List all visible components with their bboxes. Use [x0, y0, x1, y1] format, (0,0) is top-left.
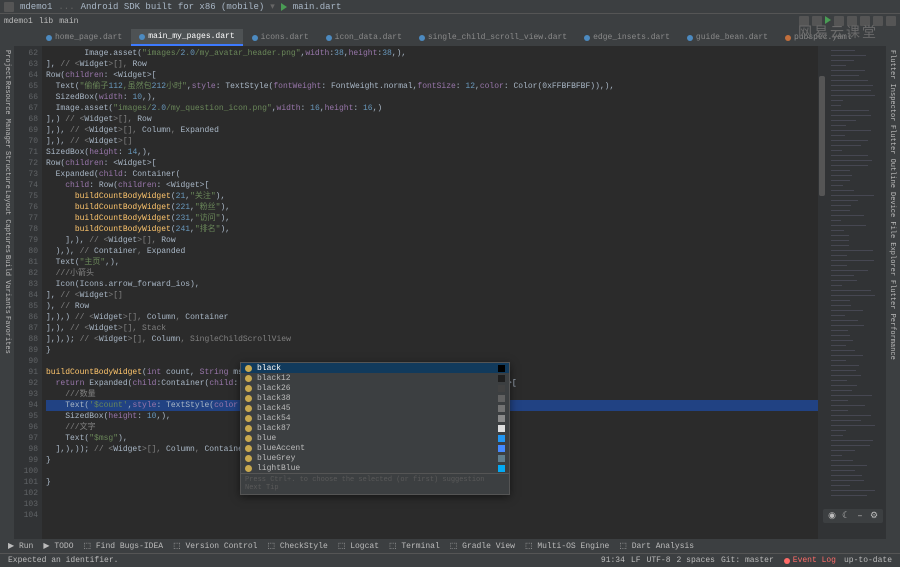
bottom-tool-gradle-view[interactable]: ⬚ Gradle View	[450, 541, 515, 551]
tool-build-variants[interactable]: Build Variants	[3, 255, 11, 314]
bottom-tool-version-control[interactable]: ⬚ Version Control	[173, 541, 257, 551]
code-line[interactable]: Text("主页",),	[46, 257, 822, 268]
run-icon[interactable]	[281, 3, 287, 11]
breadcrumb[interactable]: mdemo1	[4, 17, 33, 26]
completion-item-black12[interactable]: black12	[241, 373, 509, 383]
bottom-tool-find-bugs-idea[interactable]: ⬚ Find Bugs-IDEA	[84, 541, 164, 551]
tool-project[interactable]: Project	[3, 50, 11, 79]
run-config[interactable]: main.dart	[293, 2, 342, 12]
gear-icon[interactable]: ⚙	[869, 511, 879, 521]
bottom-tool-dart-analysis[interactable]: ⬚ Dart Analysis	[619, 541, 694, 551]
code-line[interactable]: buildCountBodyWidget(241,"排名"),	[46, 224, 822, 235]
bottom-tool-bar: ▶ Run ▶ TODO ⬚ Find Bugs-IDEA ⬚ Version Con…	[0, 539, 900, 553]
code-line[interactable]: ),), // Container, Expanded	[46, 246, 822, 257]
tool-structure[interactable]: Structure	[3, 151, 11, 189]
minimap[interactable]: ◉ ☾ – ⚙	[826, 46, 886, 539]
completion-item-black87[interactable]: black87	[241, 423, 509, 433]
code-line[interactable]: ],), // <Widget>[], Column, Expanded	[46, 125, 822, 136]
completion-item-black38[interactable]: black38	[241, 393, 509, 403]
breadcrumb-bar: mdemo1 lib main	[0, 14, 900, 28]
code-line[interactable]: buildCountBodyWidget(21,"关注"),	[46, 191, 822, 202]
completion-item-blueAccent[interactable]: blueAccent	[241, 443, 509, 453]
completion-item-black54[interactable]: black54	[241, 413, 509, 423]
completion-item-black26[interactable]: black26	[241, 383, 509, 393]
code-line[interactable]: SizedBox(height: 14,),	[46, 147, 822, 158]
code-line[interactable]: SizedBox(width: 10,),	[46, 92, 822, 103]
code-line[interactable]: ],) // <Widget>[], Row	[46, 114, 822, 125]
left-tool-strip: Project Resource Manager StructureLayout C…	[0, 46, 14, 539]
editor-scrollbar[interactable]	[818, 46, 826, 539]
completion-item-black45[interactable]: black45	[241, 403, 509, 413]
tool-device-file-explorer[interactable]: Device File Explorer	[888, 192, 896, 276]
breadcrumb[interactable]: lib	[39, 17, 53, 26]
code-line[interactable]: ],), // <Widget>[], Stack	[46, 323, 822, 334]
tab-home-page-dart[interactable]: home_page.dart	[38, 30, 130, 46]
bottom-tool-todo[interactable]: ▶ TODO	[43, 541, 73, 551]
completion-item-blueGrey[interactable]: blueGrey	[241, 453, 509, 463]
tab-main-my-pages-dart[interactable]: main_my_pages.dart	[131, 29, 242, 46]
completion-item-blue[interactable]: blue	[241, 433, 509, 443]
bottom-tool-logcat[interactable]: ⬚ Logcat	[338, 541, 379, 551]
code-line[interactable]: ], // <Widget>[], Row	[46, 59, 822, 70]
moon-icon[interactable]: ☾	[841, 511, 851, 521]
editor-floating-toolbar: ◉ ☾ – ⚙	[823, 509, 883, 523]
code-line[interactable]: child: Row(children: <Widget>[	[46, 180, 822, 191]
line-gutter: 6263646566676869707172737475767778798081…	[14, 46, 42, 539]
code-completion-popup[interactable]: blackblack12black26black38black45black54…	[240, 362, 510, 495]
tab-icons-dart[interactable]: icons.dart	[244, 30, 317, 46]
tool-resource-manager[interactable]: Resource Manager	[3, 81, 11, 148]
app-icon	[4, 2, 14, 12]
tool-flutter-performance[interactable]: Flutter Performance	[888, 280, 896, 360]
tool-flutter-outline[interactable]: Flutter Outline	[888, 125, 896, 188]
code-line[interactable]: ],), // <Widget>[]	[46, 136, 822, 147]
dash-icon[interactable]: –	[855, 511, 865, 521]
code-line[interactable]: ], // <Widget>[]	[46, 290, 822, 301]
code-line[interactable]: Expanded(child: Container(	[46, 169, 822, 180]
completion-item-lightBlue[interactable]: lightBlue	[241, 463, 509, 473]
bottom-tool-run[interactable]: ▶ Run	[8, 541, 33, 551]
code-line[interactable]: ],),); // <Widget>[], Column, SingleChil…	[46, 334, 822, 345]
project-name: mdemo1	[20, 2, 52, 12]
code-line[interactable]: Row(children: <Widget>[	[46, 70, 822, 81]
editor-tabs: home_page.dartmain_my_pages.darticons.da…	[0, 28, 900, 46]
sdk-status: Android SDK built for x86 (mobile)	[81, 2, 265, 12]
code-line[interactable]: Row(children: <Widget>[	[46, 158, 822, 169]
code-line[interactable]: buildCountBodyWidget(221,"粉丝"),	[46, 202, 822, 213]
code-line[interactable]: Image.asset("images/2.0/my_avatar_header…	[46, 48, 822, 59]
completion-hint: Press Ctrl+. to choose the selected (or …	[241, 473, 509, 494]
code-line[interactable]: buildCountBodyWidget(231,"访问"),	[46, 213, 822, 224]
eye-icon[interactable]: ◉	[827, 511, 837, 521]
right-tool-strip: Flutter Inspector Flutter Outline Device F…	[886, 46, 900, 539]
code-line[interactable]: ), // Row	[46, 301, 822, 312]
completion-item-black[interactable]: black	[241, 363, 509, 373]
toolbar-icon[interactable]	[886, 16, 896, 26]
bottom-tool-checkstyle[interactable]: ⬚ CheckStyle	[267, 541, 327, 551]
code-line[interactable]: ],), // <Widget>[], Row	[46, 235, 822, 246]
tool-flutter-inspector[interactable]: Flutter Inspector	[888, 50, 896, 121]
tool-layout-captures[interactable]: Layout Captures	[3, 190, 11, 253]
tool-favorites[interactable]: Favorites	[3, 316, 11, 354]
status-bar: Expected an identifier. 91:34 LF UTF-8 2…	[0, 553, 900, 567]
tab-icon-data-dart[interactable]: icon_data.dart	[318, 30, 410, 46]
code-line[interactable]: ],),) // <Widget>[], Column, Container	[46, 312, 822, 323]
code-line[interactable]: Image.asset("images/2.0/my_question_icon…	[46, 103, 822, 114]
tab-single-child-scroll-view-dart[interactable]: single_child_scroll_view.dart	[411, 30, 575, 46]
bottom-tool-terminal[interactable]: ⬚ Terminal	[389, 541, 440, 551]
watermark: 网易云课堂	[798, 22, 878, 42]
code-line[interactable]: Text("偷偷子112,虽然包212小时",style: TextStyle(…	[46, 81, 822, 92]
code-line[interactable]: }	[46, 345, 822, 356]
breadcrumb[interactable]: main	[59, 17, 78, 26]
code-line[interactable]: Icon(Icons.arrow_forward_ios),	[46, 279, 822, 290]
tab-edge-insets-dart[interactable]: edge_insets.dart	[576, 30, 678, 46]
code-line[interactable]: ///小箭头	[46, 268, 822, 279]
bottom-tool-multi-os-engine[interactable]: ⬚ Multi-OS Engine	[525, 541, 609, 551]
title-bar: mdemo1 ... Android SDK built for x86 (mo…	[0, 0, 900, 14]
tab-guide-bean-dart[interactable]: guide_bean.dart	[679, 30, 776, 46]
